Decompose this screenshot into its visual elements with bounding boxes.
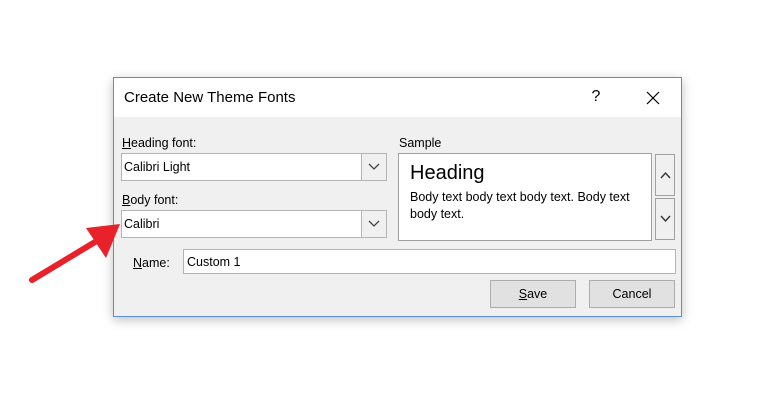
heading-font-value: Calibri Light — [124, 160, 191, 174]
sample-scroll-down-button[interactable] — [655, 198, 675, 240]
heading-font-select[interactable]: Calibri Light — [121, 153, 387, 181]
body-font-select[interactable]: Calibri — [121, 210, 387, 238]
sample-heading: Heading — [410, 162, 485, 184]
sample-preview: Heading Body text body text body text. B… — [398, 153, 652, 241]
dialog-title: Create New Theme Fonts — [124, 89, 296, 106]
heading-font-label: Heading font: — [122, 136, 197, 150]
cancel-button[interactable]: Cancel — [589, 280, 675, 308]
chevron-down-icon — [660, 215, 671, 223]
chevron-down-icon — [368, 220, 380, 227]
heading-font-dropdown-button[interactable] — [361, 154, 386, 180]
save-button[interactable]: Save — [490, 280, 576, 308]
name-input[interactable]: Custom 1 — [183, 249, 676, 274]
body-font-value: Calibri — [124, 217, 160, 231]
body-font-label: Body font: — [122, 193, 179, 207]
name-input-value: Custom 1 — [187, 255, 241, 269]
sample-body-text: Body text body text body text. Body text… — [410, 190, 630, 221]
body-font-dropdown-button[interactable] — [361, 211, 386, 237]
chevron-down-icon — [368, 163, 380, 170]
create-theme-fonts-dialog: Create New Theme Fonts ? Heading font: C… — [113, 77, 682, 317]
sample-scroll-up-button[interactable] — [655, 154, 675, 196]
close-icon — [646, 91, 660, 105]
chevron-up-icon — [660, 171, 671, 179]
title-bar: Create New Theme Fonts ? — [114, 78, 681, 117]
sample-label: Sample — [399, 136, 442, 150]
help-button[interactable]: ? — [584, 87, 608, 109]
annotation-arrow-icon — [29, 224, 120, 283]
name-label: Name: — [133, 256, 170, 270]
close-button[interactable] — [640, 86, 666, 110]
